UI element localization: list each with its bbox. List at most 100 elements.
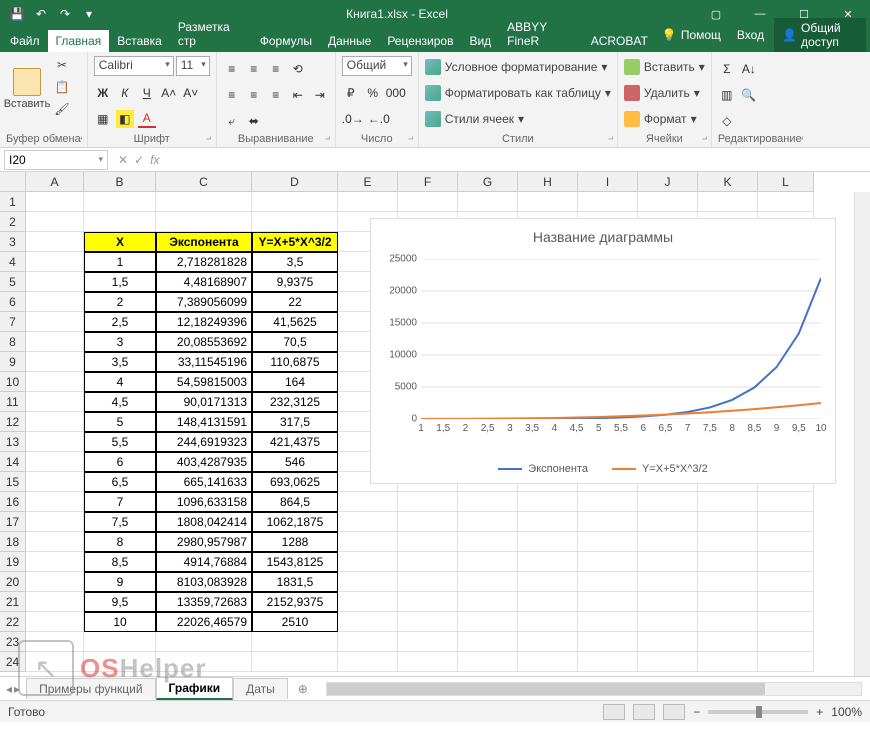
font-name-combo[interactable]: Calibri	[94, 56, 174, 76]
fill-icon[interactable]: ▥	[718, 86, 736, 104]
cell[interactable]: 7	[84, 492, 156, 512]
cell[interactable]	[398, 612, 458, 632]
cell[interactable]	[398, 512, 458, 532]
tab-acrobat[interactable]: ACROBAT	[583, 30, 656, 52]
cell[interactable]	[338, 492, 398, 512]
cell[interactable]: 3	[84, 332, 156, 352]
cell[interactable]	[698, 592, 758, 612]
column-headers[interactable]: ABCDEFGHIJKL	[26, 172, 854, 192]
cell[interactable]	[518, 492, 578, 512]
col-header[interactable]: E	[338, 172, 398, 192]
cell[interactable]: 13359,72683	[156, 592, 252, 612]
cell[interactable]	[458, 592, 518, 612]
italic-button[interactable]: К	[116, 84, 134, 102]
tab-home[interactable]: Главная	[48, 30, 110, 52]
cell[interactable]	[338, 532, 398, 552]
cell[interactable]	[26, 412, 84, 432]
border-icon[interactable]: ▦	[94, 110, 112, 128]
delete-button[interactable]: Удалить ▾	[624, 82, 700, 104]
cell[interactable]	[26, 352, 84, 372]
comma-icon[interactable]: 000	[386, 84, 406, 102]
row-header[interactable]: 18	[0, 532, 26, 552]
row-header[interactable]: 1	[0, 192, 26, 212]
row-header[interactable]: 4	[0, 252, 26, 272]
cell[interactable]	[758, 512, 814, 532]
paste-button[interactable]: Вставить	[6, 56, 48, 122]
cell[interactable]	[26, 592, 84, 612]
cell[interactable]: 693,0625	[252, 472, 338, 492]
col-header[interactable]: L	[758, 172, 814, 192]
cell[interactable]: 2152,9375	[252, 592, 338, 612]
cell[interactable]: 1288	[252, 532, 338, 552]
new-sheet-button[interactable]: ⊕	[288, 682, 318, 696]
cell[interactable]	[26, 632, 84, 652]
row-header[interactable]: 3	[0, 232, 26, 252]
cell[interactable]	[518, 632, 578, 652]
cell[interactable]	[398, 632, 458, 652]
cell[interactable]	[638, 512, 698, 532]
cell[interactable]: 22026,46579	[156, 612, 252, 632]
cell[interactable]	[518, 572, 578, 592]
cell[interactable]	[638, 572, 698, 592]
cell[interactable]	[758, 592, 814, 612]
cell[interactable]: 22	[252, 292, 338, 312]
cell[interactable]: 1062,1875	[252, 512, 338, 532]
chart-title[interactable]: Название диаграммы	[371, 219, 835, 255]
cell[interactable]	[398, 572, 458, 592]
conditional-formatting-button[interactable]: Условное форматирование ▾	[425, 56, 608, 78]
number-format-combo[interactable]: Общий	[342, 56, 412, 76]
row-header[interactable]: 6	[0, 292, 26, 312]
cell[interactable]	[638, 592, 698, 612]
cell[interactable]	[26, 492, 84, 512]
row-header[interactable]: 23	[0, 632, 26, 652]
cell[interactable]	[518, 652, 578, 672]
cell[interactable]	[578, 512, 638, 532]
col-header[interactable]: G	[458, 172, 518, 192]
cell[interactable]: 9	[84, 572, 156, 592]
indent-dec-icon[interactable]: ⇤	[289, 86, 307, 104]
row-header[interactable]: 24	[0, 652, 26, 672]
cell[interactable]	[338, 192, 398, 212]
cell[interactable]	[698, 632, 758, 652]
row-header[interactable]: 11	[0, 392, 26, 412]
cell[interactable]	[338, 552, 398, 572]
font-size-combo[interactable]: 11	[176, 56, 210, 76]
cell[interactable]	[698, 552, 758, 572]
redo-icon[interactable]: ↷	[54, 3, 76, 25]
align-bottom-icon[interactable]: ≡	[267, 60, 285, 78]
cell[interactable]: 5,5	[84, 432, 156, 452]
col-header[interactable]: B	[84, 172, 156, 192]
cell[interactable]	[458, 652, 518, 672]
row-header[interactable]: 10	[0, 372, 26, 392]
view-page-layout-icon[interactable]	[633, 704, 655, 720]
cell[interactable]	[26, 612, 84, 632]
qat-customize-icon[interactable]: ▾	[78, 3, 100, 25]
view-normal-icon[interactable]	[603, 704, 625, 720]
cell[interactable]	[518, 552, 578, 572]
row-header[interactable]: 14	[0, 452, 26, 472]
cut-icon[interactable]: ✂	[52, 56, 72, 74]
cell[interactable]: 2,5	[84, 312, 156, 332]
cell[interactable]: 33,11545196	[156, 352, 252, 372]
row-header[interactable]: 9	[0, 352, 26, 372]
sheet-nav-last-icon[interactable]: ▸	[14, 682, 20, 696]
cell[interactable]: 164	[252, 372, 338, 392]
cell[interactable]	[252, 632, 338, 652]
percent-icon[interactable]: %	[364, 84, 382, 102]
cell[interactable]	[578, 652, 638, 672]
cell[interactable]	[398, 192, 458, 212]
grow-font-icon[interactable]: A˄	[160, 84, 178, 102]
zoom-slider[interactable]	[708, 710, 808, 714]
cell[interactable]: 41,5625	[252, 312, 338, 332]
row-header[interactable]: 12	[0, 412, 26, 432]
cell[interactable]	[458, 532, 518, 552]
horizontal-scrollbar[interactable]	[326, 682, 862, 696]
cell[interactable]	[578, 532, 638, 552]
cell[interactable]	[578, 192, 638, 212]
find-icon[interactable]: 🔍	[740, 86, 758, 104]
col-header[interactable]: I	[578, 172, 638, 192]
cell[interactable]: 2980,957987	[156, 532, 252, 552]
autosum-icon[interactable]: Σ	[718, 60, 736, 78]
format-as-table-button[interactable]: Форматировать как таблицу ▾	[425, 82, 611, 104]
cell[interactable]: 9,9375	[252, 272, 338, 292]
